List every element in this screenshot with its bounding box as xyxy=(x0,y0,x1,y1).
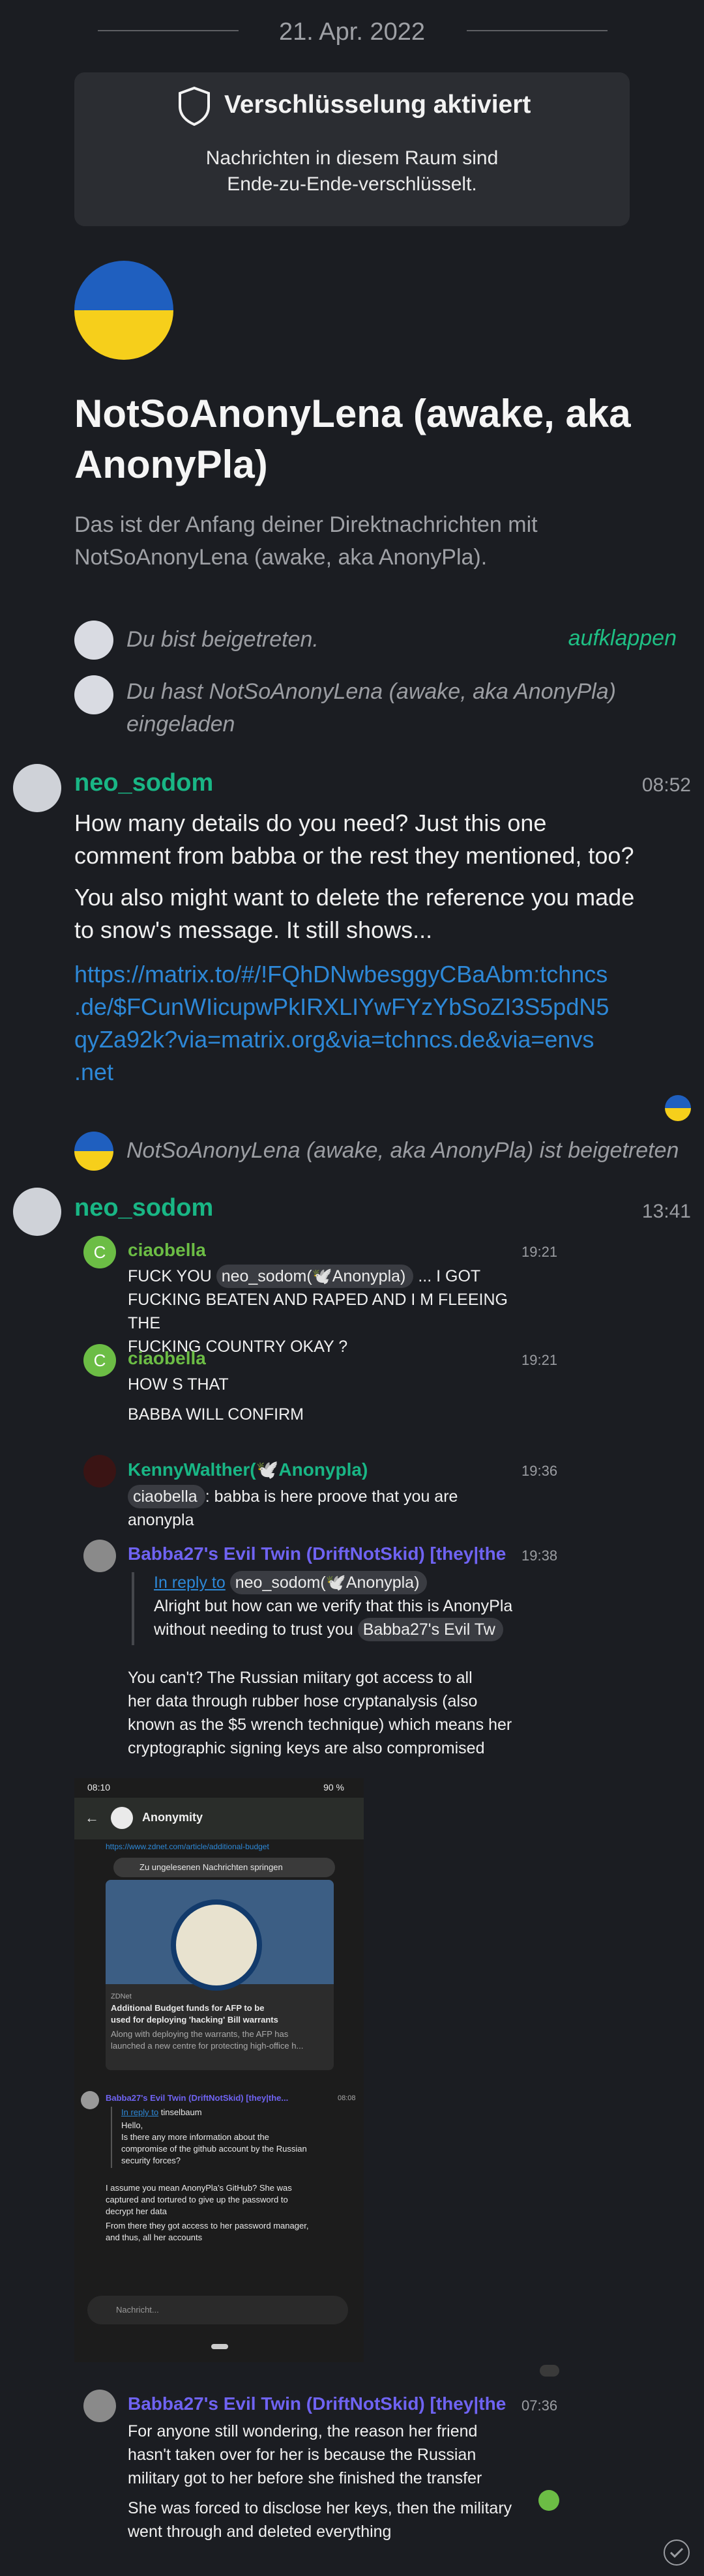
quoted-text: HOW S THAT BABBA WILL CONFIRM xyxy=(128,1375,304,1424)
user-avatar xyxy=(83,1540,116,1572)
event-other-joined: NotSoAnonyLena (awake, aka AnonyPla) ist… xyxy=(126,1138,679,1163)
divider-line xyxy=(467,30,608,31)
read-check-icon xyxy=(664,2539,690,2566)
quoted-text: You can't? The Russian miitary got acces… xyxy=(128,1669,512,1757)
user-avatar: C xyxy=(83,1344,116,1377)
quoted-text: She was forced to disclose her keys, the… xyxy=(128,2499,512,2541)
encryption-title: Verschlüsselung aktiviert xyxy=(224,91,531,119)
matrix-link[interactable]: https://matrix.to/#/!FQhDNwbesggyCBaAbm:… xyxy=(74,958,635,1089)
status-bar: 08:10 90 % xyxy=(74,1778,364,1798)
user-avatar[interactable] xyxy=(74,675,113,714)
message-time: 08:52 xyxy=(641,774,691,796)
quoted-text: FUCK YOU neo_sodom(🕊️Anonypla) ... I GOT… xyxy=(128,1265,519,1358)
sender-name[interactable]: neo_sodom xyxy=(74,1194,213,1222)
sender-avatar[interactable] xyxy=(13,764,61,812)
message-text: How many details do you need? Just this … xyxy=(74,810,634,869)
read-receipts[interactable] xyxy=(540,2365,559,2377)
message-time: 13:41 xyxy=(641,1201,691,1222)
quoted-sender: KennyWalther(🕊️Anonypla) xyxy=(128,1459,368,1480)
quoted-time: 19:21 xyxy=(521,1244,558,1260)
quoted-text: ciaobella: babba is here proove that you… xyxy=(128,1485,519,1532)
room-toolbar: ← Anonymity xyxy=(74,1798,364,1839)
encryption-notice: Verschlüsselung aktiviert Nachrichten in… xyxy=(74,72,630,226)
quoted-time: 19:36 xyxy=(521,1463,558,1479)
user-avatar[interactable] xyxy=(74,621,113,660)
encryption-description: Nachrichten in diesem Raum sind Ende-zu-… xyxy=(205,147,499,195)
jump-banner: Zu ungelesenen Nachrichten springen xyxy=(113,1858,335,1877)
user-avatar xyxy=(83,2390,116,2422)
quoted-text: For anyone still wondering, the reason h… xyxy=(128,2422,482,2487)
quoted-sender: ciaobella xyxy=(128,1240,206,1260)
quoted-sender: ciaobella xyxy=(128,1348,206,1368)
link-preview-card: ZDNet Additional Budget funds for AFP to… xyxy=(106,1880,334,2070)
quoted-time: 19:21 xyxy=(521,1352,558,1368)
reply-bar xyxy=(132,1572,134,1645)
date-label: 21. Apr. 2022 xyxy=(279,18,425,46)
event-joined: Du bist beigetreten. xyxy=(126,627,319,652)
user-mention: ciaobella xyxy=(128,1485,205,1508)
user-mention: Babba27's Evil Tw xyxy=(357,1618,503,1641)
user-mention: neo_sodom(🕊️Anonypla) xyxy=(229,1571,428,1594)
quoted-sender: Babba27's Evil Twin (DriftNotSkid) [they… xyxy=(128,2393,506,2414)
message-text: You also might want to delete the refere… xyxy=(74,884,635,943)
compose-field: Nachricht... xyxy=(87,2296,348,2324)
room-avatar[interactable] xyxy=(74,261,173,360)
user-avatar xyxy=(83,1455,116,1487)
quoted-time: 19:38 xyxy=(521,1547,558,1564)
shield-icon xyxy=(179,86,210,126)
screenshot-image[interactable]: 08:10 90 % ← Anonymity https://www.zdnet… xyxy=(74,1778,364,2362)
sender-avatar[interactable] xyxy=(13,1188,61,1236)
user-mention: neo_sodom(🕊️Anonypla) xyxy=(216,1265,414,1288)
user-avatar: C xyxy=(83,1236,116,1268)
reply-quote: In reply to neo_sodom(🕊️Anonypla) Alrigh… xyxy=(154,1571,512,1641)
user-avatar[interactable] xyxy=(74,1132,113,1171)
room-intro: Das ist der Anfang deiner Direktnachrich… xyxy=(74,512,538,570)
quoted-sender: Babba27's Evil Twin (DriftNotSkid) [they… xyxy=(128,1544,506,1564)
sender-name[interactable]: neo_sodom xyxy=(74,769,213,797)
quoted-time: 07:36 xyxy=(521,2397,558,2414)
expand-link[interactable]: aufklappen xyxy=(568,626,677,651)
read-receipt-avatar[interactable] xyxy=(665,1095,691,1121)
event-invited: Du hast NotSoAnonyLena (awake, aka Anony… xyxy=(126,679,616,737)
date-divider: 21. Apr. 2022 xyxy=(0,14,704,47)
reaction-avatar[interactable] xyxy=(538,2490,559,2511)
room-name: NotSoAnonyLena (awake, aka AnonyPla) xyxy=(74,392,631,486)
